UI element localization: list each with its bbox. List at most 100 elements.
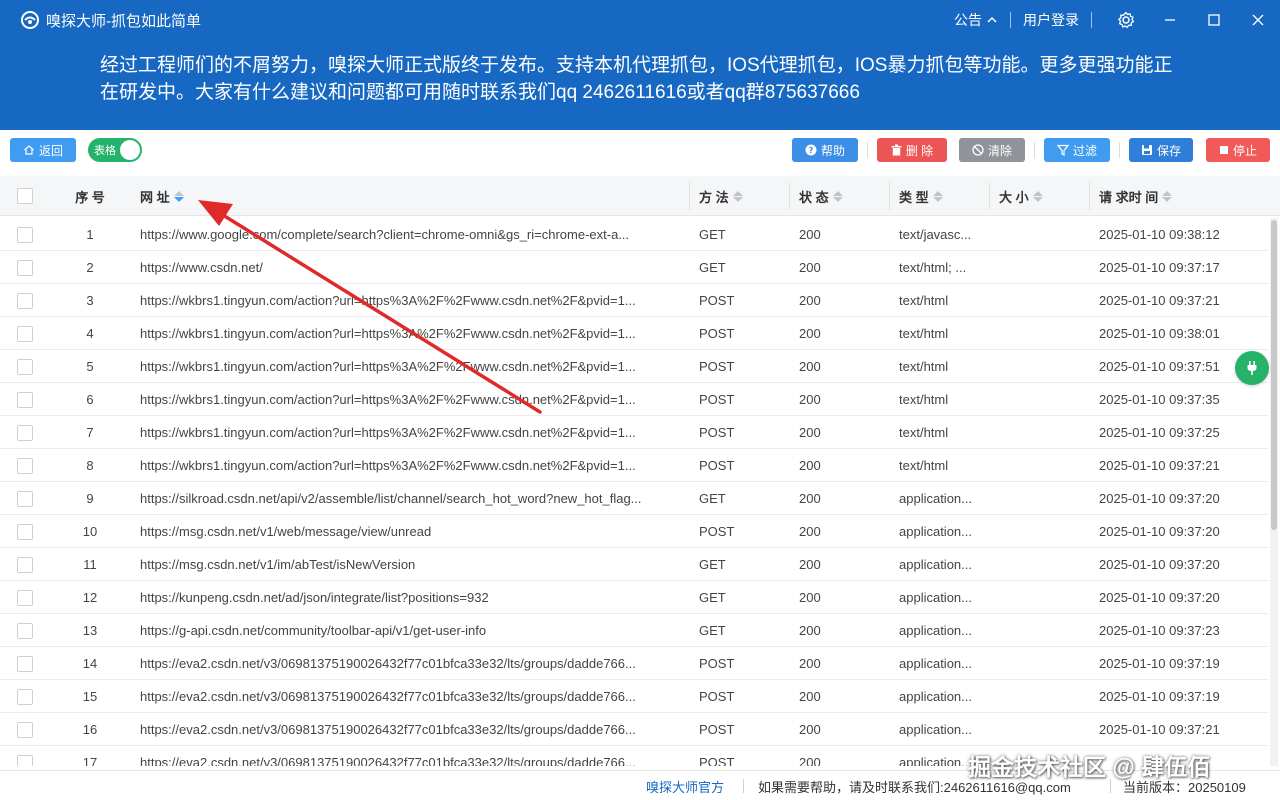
- settings-gear-icon[interactable]: [1104, 0, 1148, 40]
- row-checkbox[interactable]: [17, 358, 33, 375]
- table-row[interactable]: 15 https://eva2.csdn.net/v3/0698137519002…: [0, 680, 1268, 713]
- table-row[interactable]: 13 https://g-api.csdn.net/community/toolb…: [0, 614, 1268, 647]
- row-checkbox[interactable]: [17, 424, 33, 441]
- row-type: application...: [899, 623, 972, 638]
- clear-button[interactable]: 清除: [959, 138, 1025, 162]
- login-button[interactable]: 用户登录: [1023, 0, 1079, 40]
- sort-caret-icon[interactable]: [832, 190, 843, 202]
- titlebar-divider: [1091, 12, 1092, 28]
- table-row[interactable]: 10 https://msg.csdn.net/v1/web/message/vi…: [0, 515, 1268, 548]
- header-size[interactable]: 大 小: [999, 176, 1043, 216]
- row-status: 200: [799, 425, 821, 440]
- table-row[interactable]: 5 https://wkbrs1.tingyun.com/action?url=h…: [0, 350, 1268, 383]
- row-checkbox[interactable]: [17, 622, 33, 639]
- row-checkbox[interactable]: [17, 589, 33, 606]
- row-type: application...: [899, 689, 972, 704]
- row-index: 4: [86, 326, 94, 341]
- row-url: https://eva2.csdn.net/v3/069813751900264…: [140, 656, 636, 671]
- table-row[interactable]: 8 https://wkbrs1.tingyun.com/action?url=h…: [0, 449, 1268, 482]
- announcement-banner: 经过工程师们的不屑努力，嗅探大师正式版终于发布。支持本机代理抓包，IOS代理抓包…: [0, 40, 1280, 130]
- row-size: [999, 647, 1089, 680]
- back-button[interactable]: 返回: [10, 138, 76, 162]
- header-method[interactable]: 方 法: [699, 176, 743, 216]
- sort-caret-icon[interactable]: [932, 190, 943, 202]
- row-checkbox[interactable]: [17, 523, 33, 540]
- row-time: 2025-01-10 09:37:21: [1099, 293, 1220, 308]
- row-index: 11: [83, 557, 97, 572]
- row-size: [999, 251, 1089, 284]
- row-status: 200: [799, 326, 821, 341]
- row-checkbox[interactable]: [17, 754, 33, 766]
- official-link[interactable]: 嗅探大师官方: [646, 777, 724, 796]
- row-index: 15: [82, 689, 98, 704]
- row-checkbox[interactable]: [17, 721, 33, 738]
- table-row[interactable]: 12 https://kunpeng.csdn.net/ad/json/integ…: [0, 581, 1268, 614]
- close-icon[interactable]: [1236, 0, 1280, 40]
- row-checkbox[interactable]: [17, 391, 33, 408]
- select-all-checkbox[interactable]: [17, 176, 33, 216]
- row-checkbox[interactable]: [17, 292, 33, 309]
- row-type: application...: [899, 557, 972, 572]
- stop-button[interactable]: 停止: [1206, 138, 1270, 162]
- row-checkbox[interactable]: [17, 226, 33, 243]
- header-type[interactable]: 类 型: [899, 176, 943, 216]
- toolbar: 返回 表格 ? 帮助 删 除 清除 过滤 保存 停止: [0, 130, 1280, 170]
- sort-caret-icon[interactable]: [1162, 190, 1173, 202]
- row-status: 200: [799, 755, 821, 766]
- toolbar-divider: [1034, 142, 1035, 158]
- table-row[interactable]: 2 https://www.csdn.net/GET 200 text/html; .…: [0, 251, 1268, 284]
- table-row[interactable]: 11 https://msg.csdn.net/v1/im/abTest/isNe…: [0, 548, 1268, 581]
- table-row[interactable]: 6 https://wkbrs1.tingyun.com/action?url=h…: [0, 383, 1268, 416]
- row-checkbox[interactable]: [17, 259, 33, 276]
- delete-button[interactable]: 删 除: [877, 138, 947, 162]
- row-checkbox[interactable]: [17, 490, 33, 507]
- row-checkbox[interactable]: [17, 556, 33, 573]
- chevron-up-icon: [986, 14, 998, 26]
- row-checkbox-cell: [17, 218, 35, 251]
- vertical-scrollbar[interactable]: [1270, 218, 1278, 766]
- checkbox[interactable]: [17, 188, 33, 204]
- row-type: text/html: [899, 458, 949, 473]
- row-checkbox[interactable]: [17, 655, 33, 672]
- row-url: https://www.google.com/complete/search?c…: [140, 227, 630, 242]
- filter-icon: [1056, 144, 1069, 156]
- announcement-button[interactable]: 公告: [954, 0, 998, 40]
- row-checkbox[interactable]: [17, 457, 33, 474]
- minimize-icon[interactable]: [1148, 0, 1192, 40]
- table-row[interactable]: 3 https://wkbrs1.tingyun.com/action?url=h…: [0, 284, 1268, 317]
- sort-caret-icon[interactable]: [1032, 190, 1043, 202]
- help-button[interactable]: ? 帮助: [792, 138, 858, 162]
- maximize-icon[interactable]: [1192, 0, 1236, 40]
- filter-button[interactable]: 过滤: [1044, 138, 1110, 162]
- row-url: https://eva2.csdn.net/v3/069813751900264…: [140, 755, 636, 766]
- row-url: https://wkbrs1.tingyun.com/action?url=ht…: [140, 425, 636, 440]
- sort-caret-icon[interactable]: [173, 190, 184, 202]
- row-index: 17: [82, 755, 98, 766]
- row-checkbox[interactable]: [17, 688, 33, 705]
- row-checkbox[interactable]: [17, 325, 33, 342]
- table-row[interactable]: 16 https://eva2.csdn.net/v3/0698137519002…: [0, 713, 1268, 746]
- scrollbar-thumb[interactable]: [1271, 220, 1277, 530]
- plug-icon[interactable]: [1235, 351, 1269, 385]
- header-status[interactable]: 状 态: [799, 176, 843, 216]
- table-row[interactable]: 1 https://www.google.com/complete/search?…: [0, 218, 1268, 251]
- table-row[interactable]: 7 https://wkbrs1.tingyun.com/action?url=h…: [0, 416, 1268, 449]
- column-divider: [1089, 182, 1090, 210]
- table-view-toggle[interactable]: 表格: [88, 138, 142, 162]
- header-type-label: 类 型: [899, 189, 929, 205]
- row-time: 2025-01-10 09:37:21: [1099, 722, 1220, 737]
- sort-caret-icon[interactable]: [732, 190, 743, 202]
- table-row[interactable]: 9 https://silkroad.csdn.net/api/v2/assemb…: [0, 482, 1268, 515]
- save-button[interactable]: 保存: [1129, 138, 1193, 162]
- table-row[interactable]: 4 https://wkbrs1.tingyun.com/action?url=h…: [0, 317, 1268, 350]
- table-row[interactable]: 14 https://eva2.csdn.net/v3/0698137519002…: [0, 647, 1268, 680]
- row-size: [999, 548, 1089, 581]
- row-checkbox-cell: [17, 317, 35, 350]
- header-time-label: 请 求时 间: [1099, 189, 1159, 205]
- header-url[interactable]: 网 址: [140, 176, 184, 216]
- row-checkbox-cell: [17, 581, 35, 614]
- row-method: POST: [699, 326, 735, 341]
- row-status: 200: [799, 260, 821, 275]
- header-time[interactable]: 请 求时 间: [1099, 176, 1173, 216]
- row-url: https://www.csdn.net/: [140, 260, 263, 275]
